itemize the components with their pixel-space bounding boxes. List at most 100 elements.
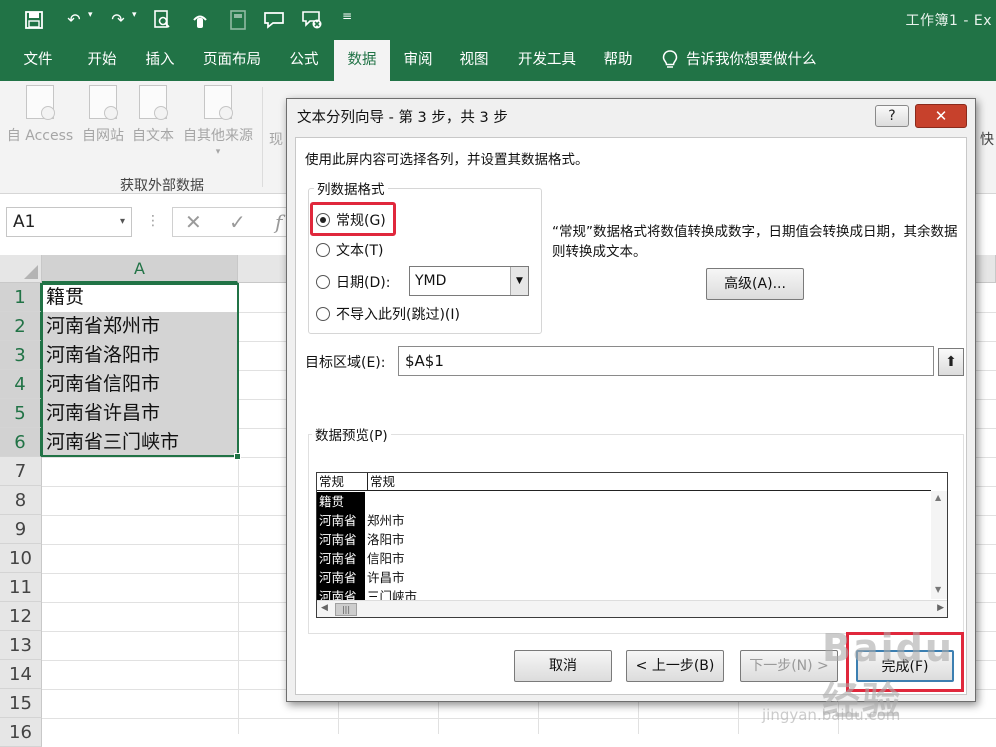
name-box[interactable]: A1 ▾ — [6, 207, 132, 237]
redo-icon[interactable]: ↷ — [106, 8, 130, 32]
radio-date[interactable]: 日期(D): — [316, 272, 390, 292]
row-header[interactable]: 12 — [0, 602, 42, 631]
dialog-intro-text: 使用此屏内容可选择各列，并设置其数据格式。 — [305, 152, 589, 168]
tell-me-text: 告诉我你想要做什么 — [686, 52, 817, 68]
cell-a5[interactable]: 河南省许昌市 — [42, 399, 238, 428]
other-sources-icon — [204, 85, 233, 120]
cell-a1[interactable]: 籍贯 — [42, 283, 238, 312]
scroll-down-icon[interactable]: ▼ — [935, 585, 941, 594]
destination-input[interactable]: $A$1 — [398, 346, 934, 376]
preview-cell: 洛阳市 — [367, 532, 405, 547]
cell-a3[interactable]: 河南省洛阳市 — [42, 341, 238, 370]
from-web-button[interactable]: 自网站 — [78, 85, 128, 145]
cancel-button[interactable]: 取消 — [514, 650, 612, 682]
comment-icon[interactable] — [262, 8, 286, 32]
row-header[interactable]: 2 — [0, 312, 42, 341]
row-header[interactable]: 3 — [0, 341, 42, 370]
tab-help[interactable]: 帮助 — [590, 40, 646, 81]
quick-fill-button[interactable]: 快 — [976, 129, 996, 149]
row-header[interactable]: 8 — [0, 486, 42, 515]
save-icon[interactable] — [22, 8, 46, 32]
name-box-dropdown-icon[interactable]: ▾ — [120, 208, 125, 236]
row-header[interactable]: 16 — [0, 718, 42, 747]
tab-home[interactable]: 开始 — [74, 40, 130, 81]
row-header[interactable]: 9 — [0, 515, 42, 544]
tab-page-layout[interactable]: 页面布局 — [194, 40, 270, 81]
undo-dropdown-icon[interactable]: ▾ — [88, 10, 93, 20]
row-header[interactable]: 7 — [0, 457, 42, 486]
row-header[interactable]: 13 — [0, 631, 42, 660]
preview-cell: 河南省 — [317, 511, 365, 530]
radio-button-icon — [316, 243, 330, 257]
existing-connections-button[interactable]: 现 — [266, 129, 286, 149]
row-header[interactable]: 5 — [0, 399, 42, 428]
row-header[interactable]: 11 — [0, 573, 42, 602]
tab-view[interactable]: 视图 — [446, 40, 502, 81]
tell-me-search[interactable]: 告诉我你想要做什么 — [662, 40, 817, 81]
cell-a6[interactable]: 河南省三门峡市 — [42, 428, 238, 457]
from-other-sources-button[interactable]: 自其他来源 ▾ — [178, 85, 258, 157]
preview-vertical-scrollbar[interactable]: ▲ ▼ — [931, 491, 947, 599]
tab-insert[interactable]: 插入 — [132, 40, 188, 81]
cell-a4[interactable]: 河南省信阳市 — [42, 370, 238, 399]
scroll-right-icon[interactable]: ▶ — [937, 603, 944, 613]
tab-data[interactable]: 数据 — [334, 40, 390, 81]
radio-date-label: 日期(D): — [336, 275, 391, 291]
from-text-button[interactable]: 自文本 — [128, 85, 178, 145]
preview-cell: 郑州市 — [367, 513, 405, 528]
preview-horizontal-scrollbar[interactable]: ◀ ||| ▶ — [317, 600, 947, 617]
radio-skip[interactable]: 不导入此列(跳过)(I) — [316, 304, 460, 324]
back-button[interactable]: < 上一步(B) — [626, 650, 724, 682]
collapse-dialog-icon[interactable]: ⬆ — [938, 348, 964, 376]
radio-text[interactable]: 文本(T) — [316, 240, 383, 260]
dialog-body: 使用此屏内容可选择各列，并设置其数据格式。 列数据格式 常规(G) 文本(T) … — [295, 137, 967, 695]
customize-toolbar-icon[interactable]: ≡ — [342, 9, 352, 23]
print-preview-icon[interactable] — [150, 8, 174, 32]
tab-file[interactable]: 文件 — [10, 40, 66, 81]
undo-icon[interactable]: ↶ — [62, 8, 86, 32]
delete-comment-icon[interactable] — [300, 8, 324, 32]
radio-text-label: 文本(T) — [336, 243, 384, 259]
row-header[interactable]: 15 — [0, 689, 42, 718]
row-header[interactable]: 6 — [0, 428, 42, 457]
advanced-button[interactable]: 高级(A)... — [706, 268, 804, 300]
window-title: 工作簿1 - Ex — [905, 13, 992, 29]
cancel-icon[interactable]: ✕ — [185, 210, 202, 234]
chevron-down-icon[interactable]: ▼ — [510, 267, 528, 295]
row-header[interactable]: 4 — [0, 370, 42, 399]
preview-cell: 许昌市 — [367, 570, 405, 585]
cell-a2[interactable]: 河南省郑州市 — [42, 312, 238, 341]
scroll-left-icon[interactable]: ◀ — [321, 603, 328, 613]
fill-handle[interactable] — [234, 453, 241, 460]
touch-mode-icon[interactable] — [188, 8, 212, 32]
preview-cell: 籍贯 — [317, 492, 365, 511]
radio-button-icon — [316, 307, 330, 321]
date-format-select[interactable]: YMD ▼ — [409, 266, 529, 296]
row-header[interactable]: 1 — [0, 283, 42, 312]
row-header[interactable]: 14 — [0, 660, 42, 689]
scrollbar-thumb[interactable]: ||| — [335, 603, 357, 616]
close-button[interactable]: ✕ — [915, 104, 967, 128]
insert-function-icon[interactable]: f — [275, 210, 282, 234]
column-header-a[interactable]: A — [42, 255, 238, 283]
formula-bar-grip-icon: ⋮ — [146, 213, 160, 229]
preview-cell: 河南省 — [317, 530, 365, 549]
quick-fill-label: 快 — [980, 132, 994, 148]
redo-dropdown-icon[interactable]: ▾ — [132, 10, 137, 20]
preview-column-2-format[interactable]: 常规 — [367, 473, 395, 491]
radio-skip-label: 不导入此列(跳过)(I) — [336, 307, 460, 323]
select-all-corner[interactable] — [0, 255, 42, 283]
format-description: “常规”数据格式将数值转换成数字，日期值会转换成日期，其余数据则转换成文本。 — [552, 224, 958, 260]
from-access-button[interactable]: 自 Access — [4, 85, 76, 145]
tab-formulas[interactable]: 公式 — [276, 40, 332, 81]
help-button[interactable]: ? — [875, 105, 909, 127]
enter-icon[interactable]: ✓ — [229, 210, 246, 234]
tab-developer[interactable]: 开发工具 — [508, 40, 586, 81]
text-file-icon — [139, 85, 168, 120]
tab-review[interactable]: 审阅 — [390, 40, 446, 81]
data-preview[interactable]: 常规 常规 籍贯 河南省 河南省 河南省 河南省 河南省 郑州市 洛阳市 信阳市… — [316, 472, 948, 618]
row-header[interactable]: 10 — [0, 544, 42, 573]
scroll-up-icon[interactable]: ▲ — [935, 493, 941, 502]
destination-label: 目标区域(E): — [305, 355, 386, 371]
preview-column-1-format[interactable]: 常规 — [319, 473, 344, 491]
